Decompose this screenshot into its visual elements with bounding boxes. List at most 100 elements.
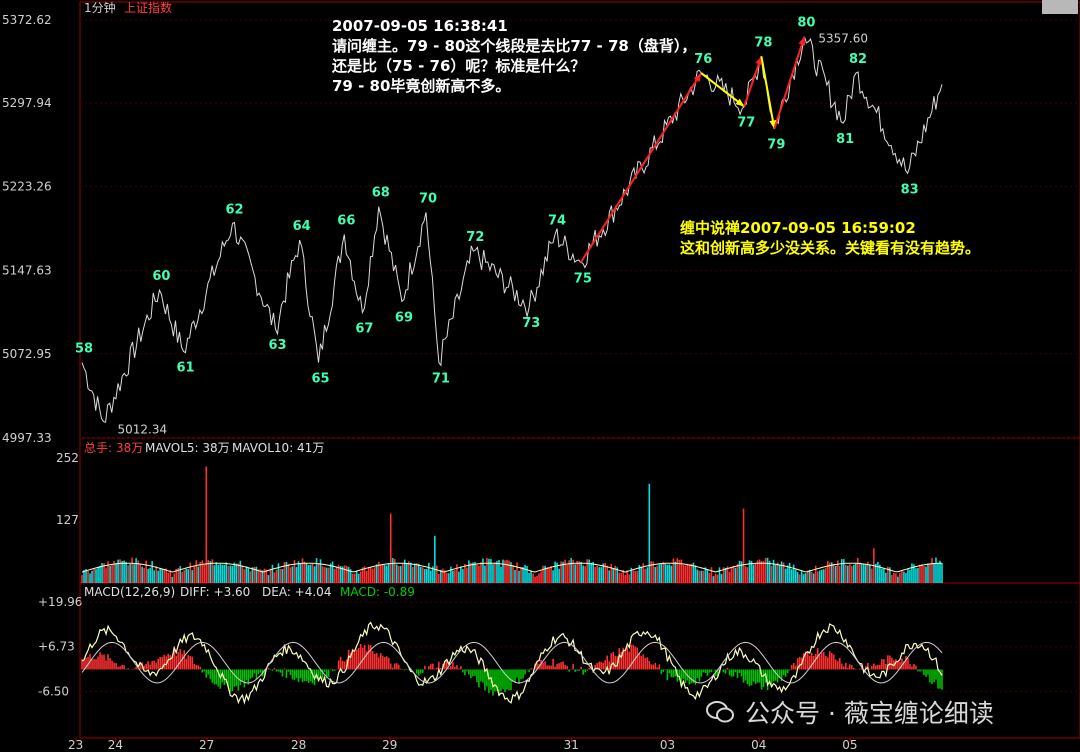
volume-bar <box>205 466 208 583</box>
volume-bar <box>570 558 572 583</box>
volume-bar <box>313 566 316 583</box>
macd-bar <box>530 668 532 670</box>
period-label: 1分钟 <box>84 0 116 15</box>
volume-bar <box>766 557 769 583</box>
volume-bar <box>275 569 278 583</box>
pivot-label: 67 <box>355 322 373 337</box>
macd-bar <box>612 651 615 670</box>
volume-bar <box>850 566 853 583</box>
volume-bar <box>834 565 837 583</box>
volume-bar <box>504 560 506 583</box>
macd-bar <box>846 667 849 670</box>
volume-bar <box>251 567 254 583</box>
volume-bar <box>869 564 871 583</box>
volume-bar <box>628 574 631 583</box>
macd-bar <box>514 669 516 683</box>
volume-bar <box>863 564 865 583</box>
volume-bar <box>387 563 390 583</box>
toolbar-icon[interactable] <box>1042 0 1078 14</box>
macd-bar <box>518 669 520 684</box>
macd-bar <box>103 654 105 670</box>
volume-bar <box>790 569 793 583</box>
macd-bar <box>195 664 198 670</box>
macd-bar <box>784 669 787 677</box>
price-tick-label: 5372.62 <box>2 13 52 27</box>
macd-bar <box>299 669 302 679</box>
volume-bar <box>770 565 773 583</box>
macd-bar <box>941 669 943 690</box>
volume-bar <box>231 566 234 583</box>
volume-bar <box>718 567 721 583</box>
volume-bar <box>458 571 460 583</box>
volume-bar <box>153 570 155 583</box>
volume-bar <box>752 564 755 583</box>
volume-bar <box>674 561 677 583</box>
macd-label: MACD(12,26,9) <box>84 585 175 599</box>
volume-bar <box>426 568 428 583</box>
volume-bar <box>257 569 260 583</box>
macd-bar <box>472 669 474 677</box>
macd-bar <box>251 669 254 678</box>
question-time: 2007-09-05 16:38:41 <box>332 17 508 35</box>
macd-bar <box>656 667 659 670</box>
volume-bar <box>125 562 127 583</box>
macd-bar <box>578 669 580 671</box>
macd-bar <box>905 655 907 670</box>
volume-bar <box>466 567 468 583</box>
macd-bar <box>646 657 649 670</box>
volume-bar <box>526 566 528 583</box>
volume-bar <box>574 564 576 583</box>
volume-label: 总手: <box>84 441 112 455</box>
volume-bar <box>293 560 296 583</box>
volume-bar <box>452 570 454 583</box>
macd-bar <box>558 663 560 670</box>
volume-bar <box>395 564 398 583</box>
volume-bar <box>325 567 328 583</box>
volume-bar <box>666 564 669 583</box>
volume-bar <box>267 574 270 583</box>
question-line-3: 79 - 80毕竟创新高不多。 <box>332 77 511 95</box>
volume-bar <box>620 573 623 583</box>
volume-bar <box>147 568 149 583</box>
volume-bar <box>857 558 859 583</box>
volume-bar <box>321 566 324 583</box>
volume-bar <box>163 568 165 583</box>
macd-bar <box>259 669 262 673</box>
macd-bar <box>588 668 590 670</box>
volume-bar <box>542 565 544 583</box>
volume-bar <box>871 568 873 583</box>
macd-bar <box>373 653 376 670</box>
macd-bar <box>913 663 915 670</box>
macd-bar <box>666 669 669 681</box>
macd-bar <box>732 669 735 677</box>
macd-bar <box>564 665 566 670</box>
macd-bar <box>544 661 546 670</box>
macd-bar <box>419 669 422 674</box>
macd-bar <box>600 661 603 670</box>
macd-bar <box>830 653 833 670</box>
volume-bar <box>446 572 448 583</box>
volume-bar <box>915 568 917 583</box>
volume-bar <box>155 566 157 583</box>
macd-bar <box>598 661 601 670</box>
volume-bar <box>917 568 919 583</box>
volume-bar <box>478 565 480 583</box>
macd-bar <box>522 669 524 679</box>
macd-bar <box>931 669 933 684</box>
macd-bar <box>241 669 244 682</box>
macd-bar <box>484 669 486 691</box>
volume-bar <box>193 566 196 583</box>
volume-bar <box>804 573 807 583</box>
macd-bar <box>450 665 452 670</box>
macd-bar <box>935 669 937 680</box>
macd-bar <box>881 659 883 670</box>
macd-bar <box>636 647 639 670</box>
volume-bar <box>343 565 346 583</box>
volume-bar <box>606 565 609 583</box>
macd-bar <box>923 669 925 676</box>
volume-bar <box>844 564 847 583</box>
volume-bar <box>151 561 153 583</box>
macd-bar <box>662 669 665 672</box>
macd-bar <box>508 669 510 691</box>
macd-bar <box>744 669 747 681</box>
